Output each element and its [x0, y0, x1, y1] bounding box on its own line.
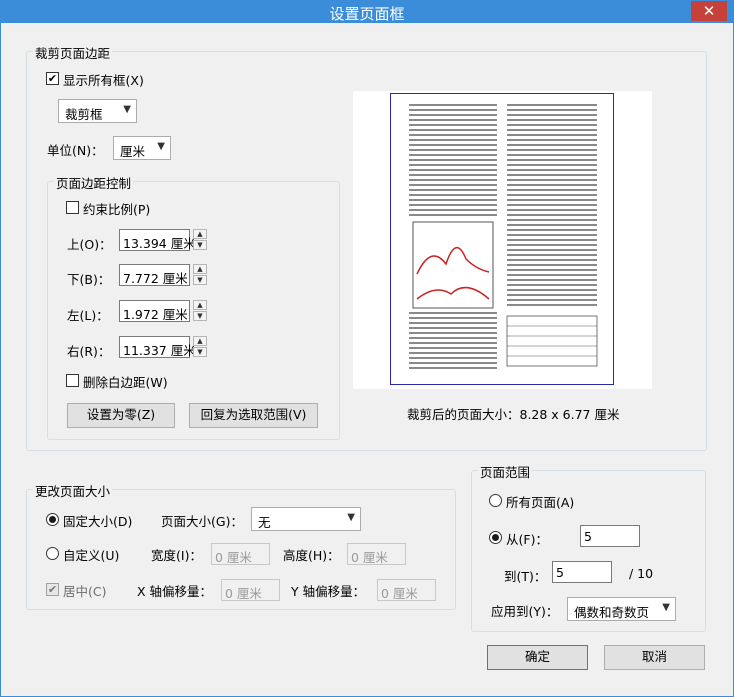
chevron-down-icon: ▼	[662, 602, 670, 613]
page-thumbnail-image	[409, 104, 598, 369]
remove-white-checkbox[interactable]	[66, 374, 79, 387]
y-offset-label: Y 轴偏移量：	[291, 584, 366, 599]
spin-down-icon[interactable]: ▼	[193, 275, 207, 285]
show-all-label[interactable]: 显示所有框(X)	[63, 70, 144, 89]
page-size-label: 页面大小(G)：	[161, 514, 243, 529]
bottom-margin-spinner[interactable]: ▲ ▼	[193, 264, 207, 286]
x-offset-input[interactable]: 0 厘米	[221, 579, 280, 601]
set-zero-button[interactable]: 设置为零(Z)	[67, 403, 175, 428]
spin-up-icon[interactable]: ▲	[193, 336, 207, 346]
page-total-text: / 10	[629, 566, 654, 581]
bottom-margin-input[interactable]: 7.772 厘米	[119, 264, 190, 286]
right-margin-input[interactable]: 11.337 厘米	[119, 336, 196, 358]
cropped-size-text: 裁剪后的页面大小：8.28 x 6.77 厘米	[407, 407, 620, 422]
close-button[interactable]: ✕	[691, 1, 727, 21]
left-margin-value: 1.972 厘米	[123, 307, 188, 322]
to-page-value: 5	[556, 565, 564, 580]
spin-down-icon[interactable]: ▼	[193, 311, 207, 321]
chevron-down-icon: ▼	[157, 141, 165, 152]
top-margin-value: 13.394 厘米	[123, 236, 196, 251]
width-value: 0 厘米	[215, 550, 252, 565]
page-size-value: 无	[258, 515, 271, 530]
resize-legend: 更改页面大小	[33, 481, 113, 500]
top-margin-input[interactable]: 13.394 厘米	[119, 229, 196, 251]
fixed-size-radio[interactable]	[46, 513, 59, 526]
y-offset-input[interactable]: 0 厘米	[377, 579, 436, 601]
unit-select[interactable]: 厘米 ▼	[113, 136, 171, 160]
page-thumbnail	[390, 93, 614, 385]
all-pages-label[interactable]: 所有页面(A)	[506, 492, 574, 511]
from-radio[interactable]	[489, 531, 502, 544]
margin-control-legend: 页面边距控制	[54, 173, 134, 192]
ok-button[interactable]: 确定	[487, 645, 588, 670]
right-margin-spinner[interactable]: ▲ ▼	[193, 336, 207, 358]
unit-label: 单位(N)：	[47, 143, 104, 158]
spin-up-icon[interactable]: ▲	[193, 229, 207, 239]
page-size-select[interactable]: 无 ▼	[251, 507, 361, 531]
page-range-legend: 页面范围	[478, 462, 533, 481]
to-label: 到(T)：	[504, 569, 547, 584]
spin-up-icon[interactable]: ▲	[193, 300, 207, 310]
width-label: 宽度(I)：	[151, 548, 202, 563]
height-value: 0 厘米	[351, 550, 388, 565]
constrain-checkbox[interactable]	[66, 201, 79, 214]
fixed-size-label[interactable]: 固定大小(D)	[63, 511, 132, 530]
all-pages-radio[interactable]	[489, 494, 502, 507]
apply-to-label: 应用到(Y)：	[491, 604, 559, 619]
bottom-margin-value: 7.772 厘米	[123, 271, 188, 286]
unit-value: 厘米	[120, 144, 146, 159]
height-label: 高度(H)：	[283, 548, 340, 563]
top-label: 上(O)：	[67, 237, 112, 252]
custom-size-label[interactable]: 自定义(U)	[63, 545, 119, 564]
center-label[interactable]: 居中(C)	[63, 581, 106, 600]
revert-button[interactable]: 回复为选取范围(V)	[189, 403, 318, 428]
width-input[interactable]: 0 厘米	[211, 543, 270, 565]
bottom-label: 下(B)：	[67, 272, 111, 287]
chevron-down-icon: ▼	[123, 104, 131, 115]
left-label: 左(L)：	[67, 308, 109, 323]
right-margin-value: 11.337 厘米	[123, 343, 196, 358]
top-margin-spinner[interactable]: ▲ ▼	[193, 229, 207, 251]
title-bar: 设置页面框 ✕	[1, 1, 733, 23]
custom-size-radio[interactable]	[46, 547, 59, 560]
spin-up-icon[interactable]: ▲	[193, 264, 207, 274]
from-page-value: 5	[584, 529, 592, 544]
from-page-input[interactable]: 5	[580, 525, 640, 547]
left-margin-spinner[interactable]: ▲ ▼	[193, 300, 207, 322]
cancel-button[interactable]: 取消	[604, 645, 705, 670]
crop-margins-legend: 裁剪页面边距	[33, 43, 113, 62]
from-label[interactable]: 从(F)：	[506, 529, 548, 548]
constrain-label[interactable]: 约束比例(P)	[83, 199, 150, 218]
x-offset-value: 0 厘米	[225, 586, 262, 601]
height-input[interactable]: 0 厘米	[347, 543, 406, 565]
x-offset-label: X 轴偏移量：	[137, 584, 213, 599]
box-type-value: 裁剪框	[65, 107, 103, 122]
to-page-input[interactable]: 5	[552, 561, 612, 583]
spin-down-icon[interactable]: ▼	[193, 347, 207, 357]
apply-to-value: 偶数和奇数页	[574, 605, 650, 620]
box-type-select[interactable]: 裁剪框 ▼	[58, 99, 137, 123]
remove-white-label[interactable]: 删除白边距(W)	[83, 372, 168, 391]
close-icon: ✕	[702, 2, 716, 20]
chevron-down-icon: ▼	[347, 512, 355, 523]
center-checkbox[interactable]: ✔	[46, 583, 59, 596]
dialog-window: 设置页面框 ✕ 裁剪页面边距 ✔ 显示所有框(X) 裁剪框 ▼ 单位(N)： 厘…	[0, 0, 734, 697]
spin-down-icon[interactable]: ▼	[193, 240, 207, 250]
left-margin-input[interactable]: 1.972 厘米	[119, 300, 190, 322]
y-offset-value: 0 厘米	[381, 586, 418, 601]
right-label: 右(R)：	[67, 344, 111, 359]
apply-to-select[interactable]: 偶数和奇数页 ▼	[567, 597, 676, 621]
show-all-checkbox[interactable]: ✔	[46, 72, 59, 85]
dialog-title: 设置页面框	[329, 5, 405, 23]
